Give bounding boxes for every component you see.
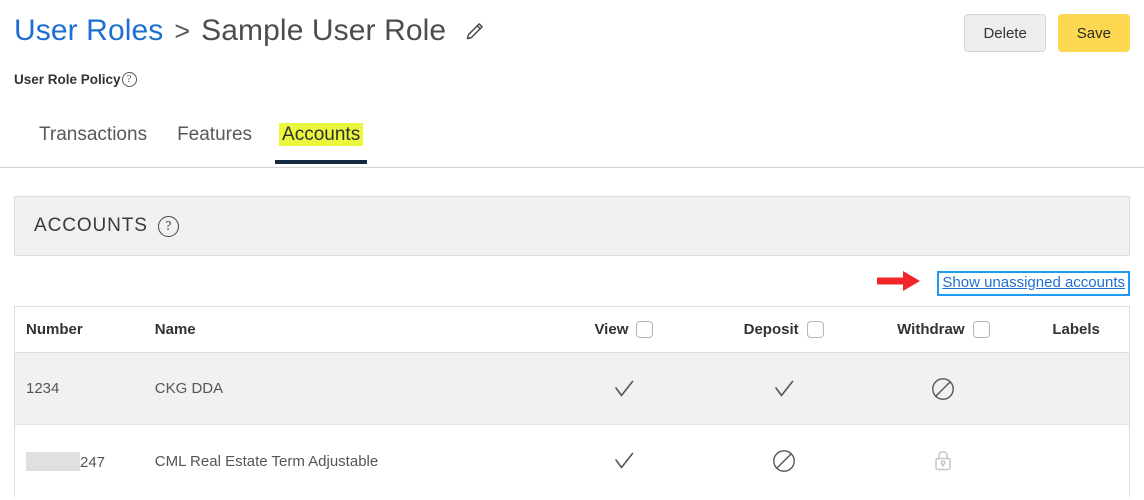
tab-features[interactable]: Features	[162, 122, 267, 163]
prohibited-icon	[771, 448, 797, 474]
cell-deposit[interactable]	[704, 376, 864, 402]
red-right-arrow-icon	[877, 270, 921, 297]
tab-accounts[interactable]: Accounts	[267, 122, 375, 164]
show-unassigned-accounts-focus-box: Show unassigned accounts	[937, 271, 1130, 296]
cell-withdraw[interactable]	[863, 376, 1023, 402]
select-all-view-checkbox[interactable]	[636, 321, 654, 338]
column-header-deposit-label: Deposit	[743, 321, 799, 338]
tab-bar: Transactions Features Accounts	[0, 122, 1144, 168]
user-role-accounts-page: User Roles > Sample User Role User Role …	[0, 0, 1144, 500]
cell-number: 1234	[15, 380, 155, 397]
pencil-icon[interactable]	[462, 18, 488, 44]
tab-features-label: Features	[177, 124, 253, 145]
column-header-withdraw: Withdraw	[863, 321, 1023, 338]
cell-name: CKG DDA	[154, 380, 224, 397]
check-icon	[771, 376, 797, 402]
table-header-row: Number Name View Deposit Withdraw Labels	[15, 307, 1129, 353]
column-header-labels: Labels	[1052, 321, 1100, 338]
tab-transactions[interactable]: Transactions	[24, 122, 162, 163]
tab-accounts-label: Accounts	[279, 123, 364, 146]
show-unassigned-accounts-link[interactable]: Show unassigned accounts	[942, 274, 1125, 291]
column-header-view-label: View	[594, 321, 629, 338]
page-actions: Delete Save	[964, 14, 1130, 52]
page-title: Sample User Role	[201, 14, 447, 47]
table-row[interactable]: 247 CML Real Estate Term Adjustable	[15, 425, 1129, 497]
check-icon	[611, 448, 637, 474]
cell-deposit[interactable]	[704, 448, 864, 474]
tab-transactions-label: Transactions	[39, 124, 148, 145]
select-all-deposit-checkbox[interactable]	[806, 321, 824, 338]
redacted-account-prefix	[26, 451, 80, 471]
show-unassigned-accounts-row: Show unassigned accounts	[877, 270, 1130, 297]
breadcrumb: User Roles > Sample User Role	[14, 16, 488, 46]
cell-number: 247	[15, 451, 155, 471]
lock-icon	[931, 448, 955, 474]
column-header-number: Number	[26, 321, 83, 338]
account-number: 247	[80, 453, 106, 471]
subtitle: User Role Policy ?	[14, 72, 137, 87]
question-circle-icon[interactable]: ?	[157, 215, 179, 237]
accounts-panel-header: ACCOUNTS ?	[14, 196, 1130, 256]
select-all-withdraw-checkbox[interactable]	[972, 321, 990, 338]
breadcrumb-separator: >	[174, 15, 191, 46]
accounts-panel-title: ACCOUNTS	[34, 215, 148, 236]
delete-button[interactable]: Delete	[964, 14, 1046, 52]
column-header-withdraw-label: Withdraw	[897, 321, 965, 338]
table-row[interactable]: 1234 CKG DDA	[15, 353, 1129, 425]
column-header-name: Name	[154, 321, 196, 338]
prohibited-icon	[930, 376, 956, 402]
question-circle-icon[interactable]: ?	[121, 72, 137, 87]
breadcrumb-link-user-roles[interactable]: User Roles	[14, 16, 163, 46]
subtitle-label: User Role Policy	[14, 72, 121, 87]
cell-name: CML Real Estate Term Adjustable	[154, 452, 379, 470]
check-icon	[611, 376, 637, 402]
accounts-table: Number Name View Deposit Withdraw Labels…	[14, 306, 1130, 497]
cell-withdraw	[863, 448, 1023, 474]
cell-view[interactable]	[544, 448, 704, 474]
column-header-view: View	[544, 321, 704, 338]
save-button[interactable]: Save	[1057, 14, 1130, 52]
column-header-deposit: Deposit	[704, 321, 864, 338]
cell-view[interactable]	[544, 376, 704, 402]
account-number: 1234	[26, 380, 60, 397]
